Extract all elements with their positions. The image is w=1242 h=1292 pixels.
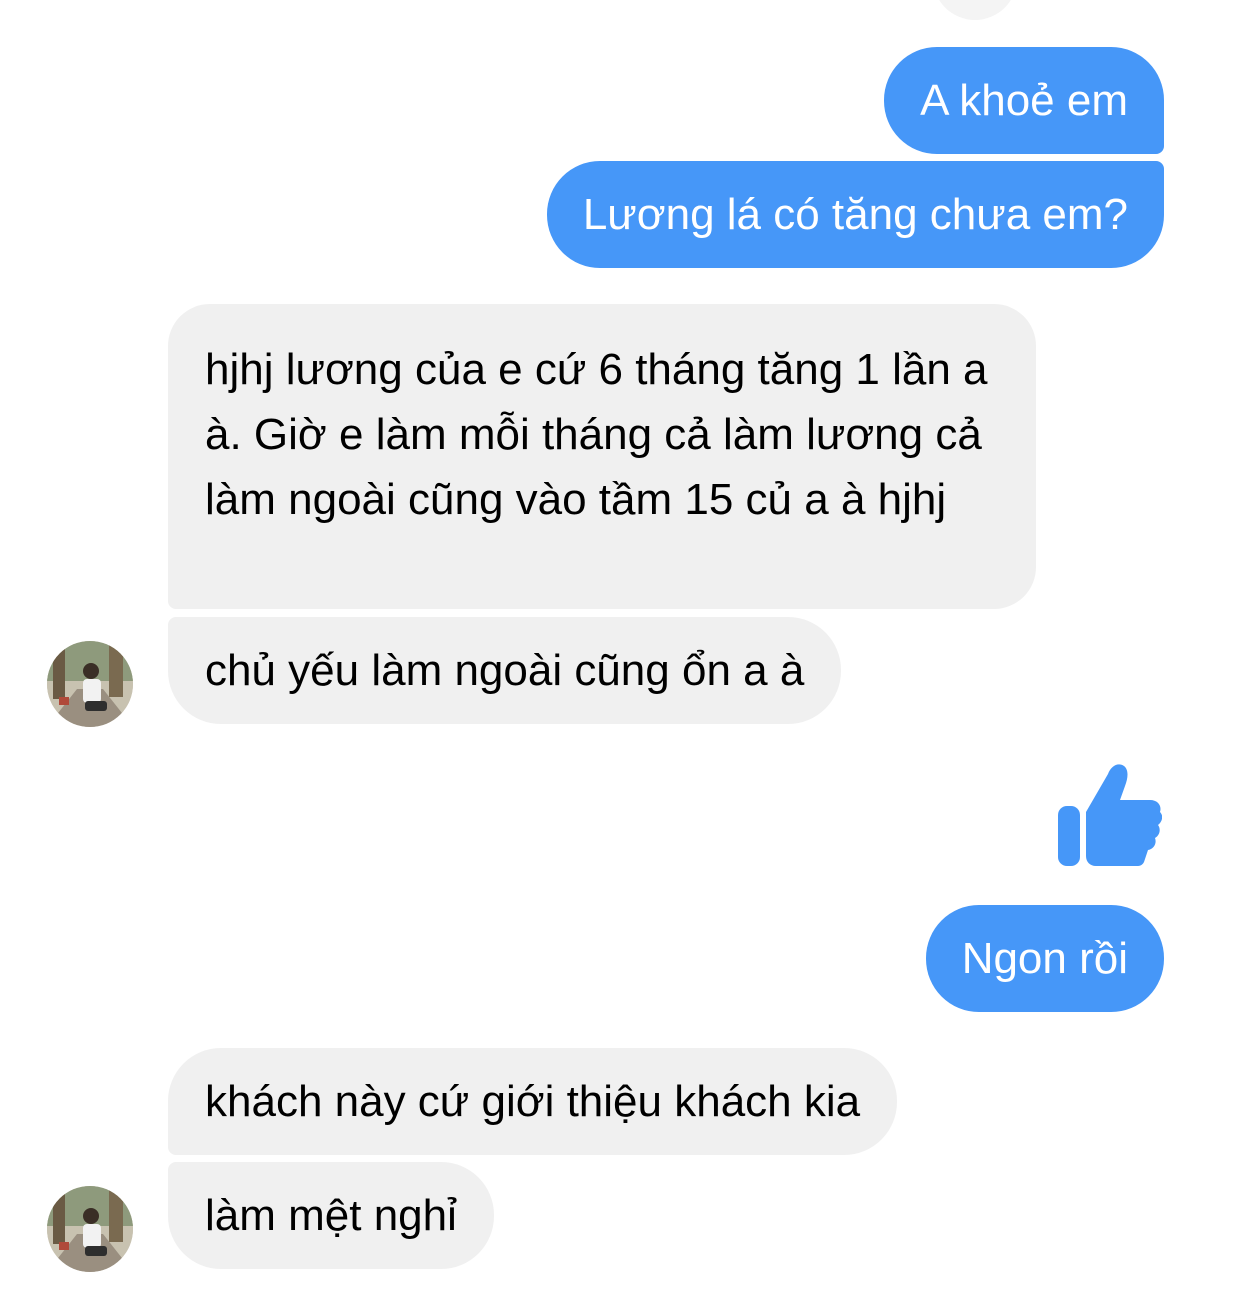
message-bubble-incoming[interactable]: hjhj lương của e cứ 6 tháng tăng 1 lần a… <box>168 304 1036 609</box>
message-text: hjhj lương của e cứ 6 tháng tăng 1 lần a… <box>205 345 988 524</box>
message-bubble-outgoing[interactable]: Lương lá có tăng chưa em? <box>546 161 1164 268</box>
message-bubble-incoming[interactable]: chủ yếu làm ngoài cũng ổn a à <box>168 617 842 724</box>
message-bubble-incoming[interactable]: khách này cứ giới thiệu khách kia <box>168 1048 898 1155</box>
message-text: Ngon rồi <box>961 934 1128 983</box>
message-bubble-outgoing[interactable]: Ngon rồi <box>925 905 1164 1012</box>
message-bubble-incoming[interactable]: làm mệt nghỉ <box>168 1162 494 1269</box>
message-text: chủ yếu làm ngoài cũng ổn a à <box>205 646 805 695</box>
contact-avatar[interactable] <box>47 1186 133 1272</box>
message-text: khách này cứ giới thiệu khách kia <box>205 1077 861 1126</box>
message-text: A khoẻ em <box>920 76 1128 125</box>
message-text: làm mệt nghỉ <box>205 1191 457 1240</box>
contact-avatar[interactable] <box>47 641 133 727</box>
message-bubble-outgoing[interactable]: A khoẻ em <box>884 47 1164 154</box>
message-text: Lương lá có tăng chưa em? <box>582 190 1128 239</box>
thumbs-up-reaction <box>933 0 1017 20</box>
thumbs-up-icon[interactable] <box>1058 760 1162 866</box>
thumbs-up-icon <box>933 0 1017 20</box>
